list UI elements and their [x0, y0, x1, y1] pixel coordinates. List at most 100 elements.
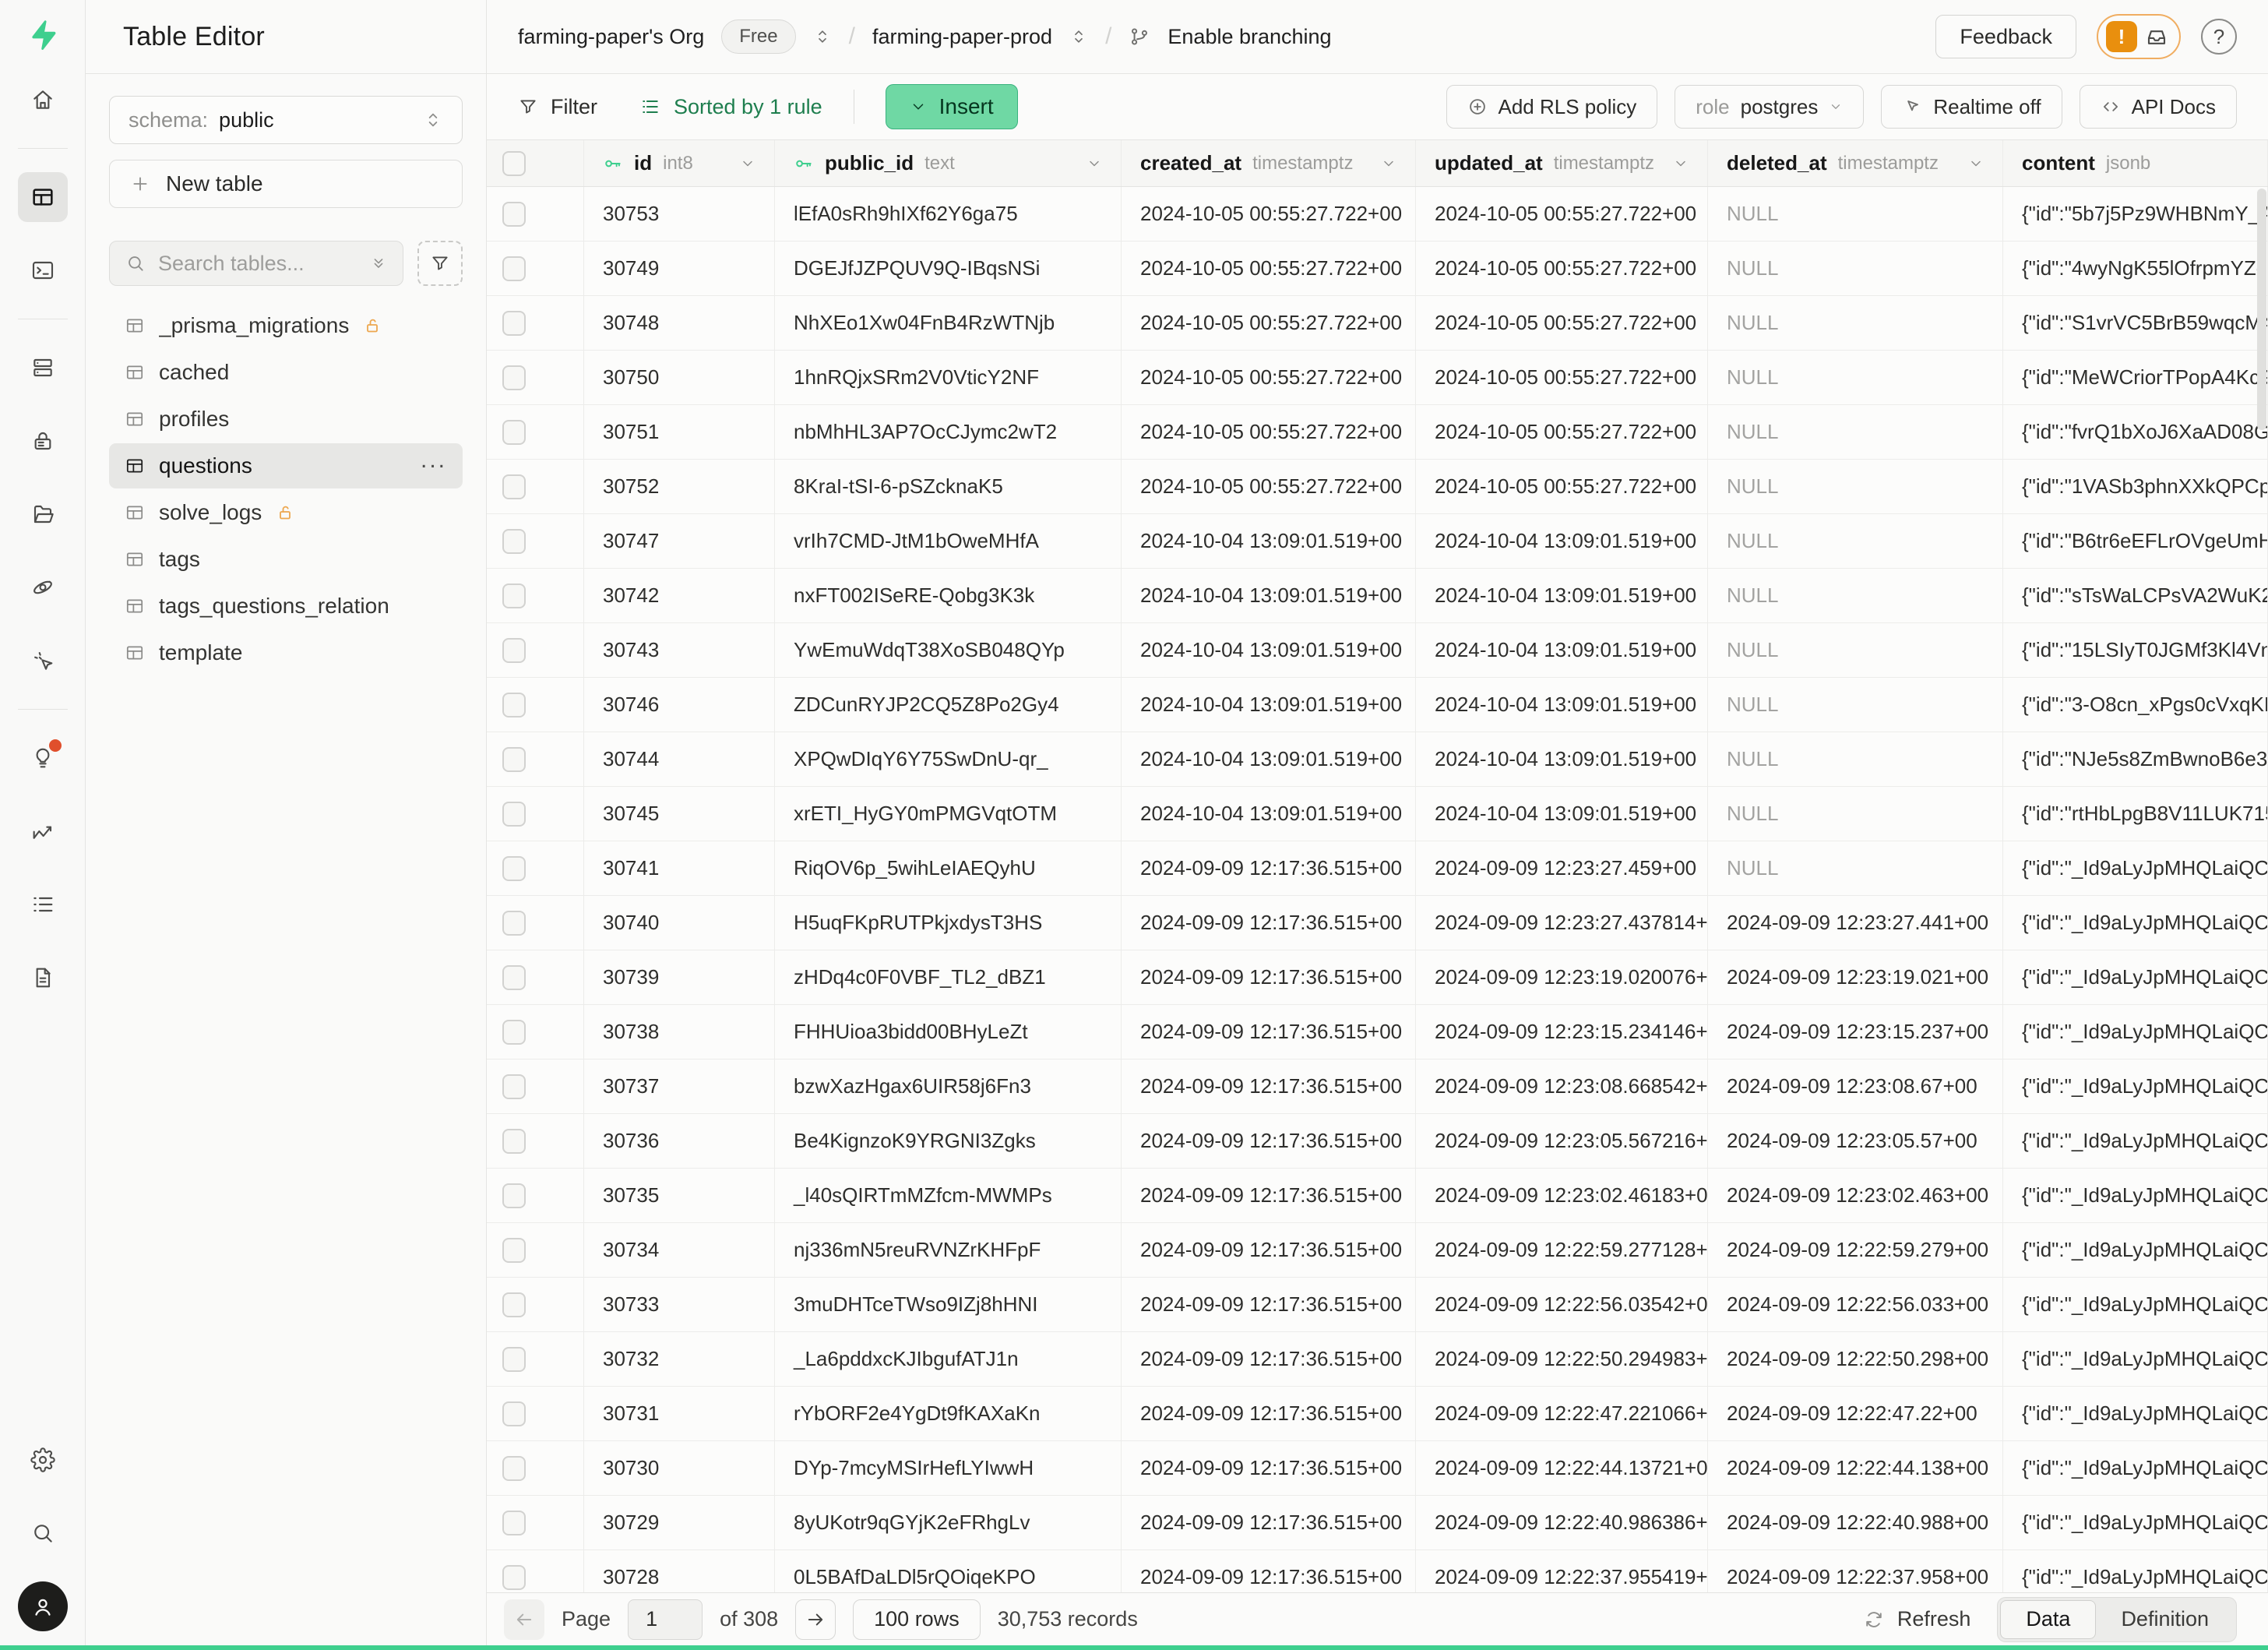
cell-updated_at[interactable]: 2024-09-09 12:22:59.277128+00: [1416, 1223, 1708, 1277]
row-checkbox[interactable]: [502, 1347, 526, 1372]
storage-icon[interactable]: [18, 489, 68, 539]
cell-deleted_at[interactable]: NULL: [1708, 405, 2003, 459]
search-icon[interactable]: [18, 1508, 68, 1558]
column-menu-icon[interactable]: [1381, 156, 1396, 171]
cell-public_id[interactable]: H5uqFKpRUTPkjxdysT3HS: [775, 896, 1122, 950]
row-checkbox[interactable]: [502, 1183, 526, 1208]
cell-created_at[interactable]: 2024-10-04 13:09:01.519+00: [1122, 623, 1416, 677]
cell-deleted_at[interactable]: 2024-09-09 12:22:37.958+00: [1708, 1550, 2003, 1592]
cell-updated_at[interactable]: 2024-09-09 12:22:47.221066+00: [1416, 1387, 1708, 1440]
cell-updated_at[interactable]: 2024-09-09 12:23:02.46183+00: [1416, 1169, 1708, 1222]
cell-public_id[interactable]: 1hnRQjxSRm2V0VticY2NF: [775, 351, 1122, 404]
cell-updated_at[interactable]: 2024-10-05 00:55:27.722+00: [1416, 405, 1708, 459]
cell-public_id[interactable]: RiqOV6p_5wihLeIAEQyhU: [775, 841, 1122, 895]
column-menu-icon[interactable]: [1086, 156, 1102, 171]
row-checkbox[interactable]: [502, 1292, 526, 1317]
column-header-content[interactable]: contentjsonb: [2003, 140, 2268, 186]
cell-public_id[interactable]: nj336mN5reuRVNZrKHFpF: [775, 1223, 1122, 1277]
cell-public_id[interactable]: zHDq4c0F0VBF_TL2_dBZ1: [775, 950, 1122, 1004]
cell-updated_at[interactable]: 2024-09-09 12:23:08.668542+00: [1416, 1059, 1708, 1113]
cell-updated_at[interactable]: 2024-09-09 12:22:40.986386+00: [1416, 1496, 1708, 1550]
advisors-icon[interactable]: [18, 733, 68, 783]
cell-deleted_at[interactable]: 2024-09-09 12:23:27.441+00: [1708, 896, 2003, 950]
cell-content[interactable]: {"id":"S1vrVC5BrB59wqcM4: [2003, 296, 2268, 350]
api-docs-button[interactable]: API Docs: [2080, 85, 2237, 129]
cell-created_at[interactable]: 2024-09-09 12:17:36.515+00: [1122, 1441, 1416, 1495]
cell-id[interactable]: 30736: [584, 1114, 775, 1168]
cell-public_id[interactable]: nxFT002ISeRE-Qobg3K3k: [775, 569, 1122, 622]
cell-updated_at[interactable]: 2024-10-04 13:09:01.519+00: [1416, 514, 1708, 568]
sidebar-item-template[interactable]: template: [109, 630, 463, 675]
cell-created_at[interactable]: 2024-09-09 12:17:36.515+00: [1122, 1278, 1416, 1331]
prev-page-button[interactable]: [504, 1599, 544, 1640]
cell-updated_at[interactable]: 2024-10-05 00:55:27.722+00: [1416, 460, 1708, 513]
cell-public_id[interactable]: vrIh7CMD-JtM1bOweMHfA: [775, 514, 1122, 568]
cell-content[interactable]: {"id":"NJe5s8ZmBwnoB6e3: [2003, 732, 2268, 786]
cell-created_at[interactable]: 2024-09-09 12:17:36.515+00: [1122, 1550, 1416, 1592]
cell-updated_at[interactable]: 2024-10-04 13:09:01.519+00: [1416, 732, 1708, 786]
column-header-id[interactable]: idint8: [584, 140, 775, 186]
sidebar-item-questions[interactable]: questions...: [109, 443, 463, 488]
cell-id[interactable]: 30746: [584, 678, 775, 732]
cell-updated_at[interactable]: 2024-09-09 12:23:27.459+00: [1416, 841, 1708, 895]
cell-created_at[interactable]: 2024-09-09 12:17:36.515+00: [1122, 1059, 1416, 1113]
cell-public_id[interactable]: xrETI_HyGY0mPMGVqtOTM: [775, 787, 1122, 841]
cell-public_id[interactable]: 3muDHTceTWso9IZj8hHNI: [775, 1278, 1122, 1331]
column-header-deleted_at[interactable]: deleted_attimestamptz: [1708, 140, 2003, 186]
column-header-created_at[interactable]: created_attimestamptz: [1122, 140, 1416, 186]
cell-updated_at[interactable]: 2024-09-09 12:22:44.13721+00: [1416, 1441, 1708, 1495]
column-menu-icon[interactable]: [1968, 156, 1984, 171]
cell-deleted_at[interactable]: NULL: [1708, 187, 2003, 241]
row-checkbox[interactable]: [502, 638, 526, 663]
cell-deleted_at[interactable]: 2024-09-09 12:22:56.033+00: [1708, 1278, 2003, 1331]
sidebar-item-tags[interactable]: tags: [109, 537, 463, 582]
cell-id[interactable]: 30743: [584, 623, 775, 677]
row-checkbox[interactable]: [502, 1401, 526, 1426]
cell-deleted_at[interactable]: NULL: [1708, 623, 2003, 677]
cell-created_at[interactable]: 2024-09-09 12:17:36.515+00: [1122, 1169, 1416, 1222]
database-icon[interactable]: [18, 343, 68, 393]
cell-content[interactable]: {"id":"_Id9aLyJpMHQLaiQC: [2003, 1332, 2268, 1386]
cell-created_at[interactable]: 2024-10-04 13:09:01.519+00: [1122, 678, 1416, 732]
cell-id[interactable]: 30738: [584, 1005, 775, 1059]
cell-public_id[interactable]: DYp-7mcyMSIrHefLYIwwH: [775, 1441, 1122, 1495]
cell-updated_at[interactable]: 2024-10-04 13:09:01.519+00: [1416, 787, 1708, 841]
cell-updated_at[interactable]: 2024-09-09 12:22:37.955419+00: [1416, 1550, 1708, 1592]
cell-content[interactable]: {"id":"B6tr6eEFLrOVgeUmH: [2003, 514, 2268, 568]
cell-content[interactable]: {"id":"_Id9aLyJpMHQLaiQC: [2003, 841, 2268, 895]
cell-id[interactable]: 30752: [584, 460, 775, 513]
cell-created_at[interactable]: 2024-10-05 00:55:27.722+00: [1122, 460, 1416, 513]
row-checkbox[interactable]: [502, 747, 526, 772]
cell-id[interactable]: 30741: [584, 841, 775, 895]
cell-content[interactable]: {"id":"_Id9aLyJpMHQLaiQC: [2003, 1387, 2268, 1440]
org-plan-badge[interactable]: Free: [721, 19, 795, 54]
cell-id[interactable]: 30734: [584, 1223, 775, 1277]
cell-created_at[interactable]: 2024-10-05 00:55:27.722+00: [1122, 242, 1416, 295]
cell-deleted_at[interactable]: NULL: [1708, 351, 2003, 404]
cell-content[interactable]: {"id":"_Id9aLyJpMHQLaiQC: [2003, 950, 2268, 1004]
row-checkbox[interactable]: [502, 1456, 526, 1481]
cell-content[interactable]: {"id":"1VASb3phnXXkQPCpv: [2003, 460, 2268, 513]
logs-icon[interactable]: [18, 880, 68, 929]
cell-public_id[interactable]: lEfA0sRh9hIXf62Y6ga75: [775, 187, 1122, 241]
sort-button[interactable]: Sorted by 1 rule: [639, 95, 822, 119]
cell-content[interactable]: {"id":"_Id9aLyJpMHQLaiQC: [2003, 1496, 2268, 1550]
cell-public_id[interactable]: bzwXazHgax6UIR58j6Fn3: [775, 1059, 1122, 1113]
cell-id[interactable]: 30730: [584, 1441, 775, 1495]
cell-deleted_at[interactable]: NULL: [1708, 514, 2003, 568]
row-checkbox[interactable]: [502, 365, 526, 390]
table-filter-button[interactable]: [417, 241, 463, 286]
cell-content[interactable]: {"id":"sTsWaLCPsVA2WuK2: [2003, 569, 2268, 622]
cell-content[interactable]: {"id":"5b7j5Pz9WHBNmY_A: [2003, 187, 2268, 241]
cell-deleted_at[interactable]: NULL: [1708, 732, 2003, 786]
chevrons-up-down-icon[interactable]: [1069, 27, 1088, 46]
auth-icon[interactable]: [18, 416, 68, 466]
cell-created_at[interactable]: 2024-10-04 13:09:01.519+00: [1122, 787, 1416, 841]
row-checkbox[interactable]: [502, 474, 526, 499]
cell-deleted_at[interactable]: 2024-09-09 12:23:05.57+00: [1708, 1114, 2003, 1168]
sidebar-item-cached[interactable]: cached: [109, 350, 463, 395]
cell-id[interactable]: 30747: [584, 514, 775, 568]
tab-definition[interactable]: Definition: [2096, 1600, 2234, 1639]
cell-public_id[interactable]: 0L5BAfDaLDl5rQOiqeKPO: [775, 1550, 1122, 1592]
table-editor-icon[interactable]: [18, 172, 68, 222]
